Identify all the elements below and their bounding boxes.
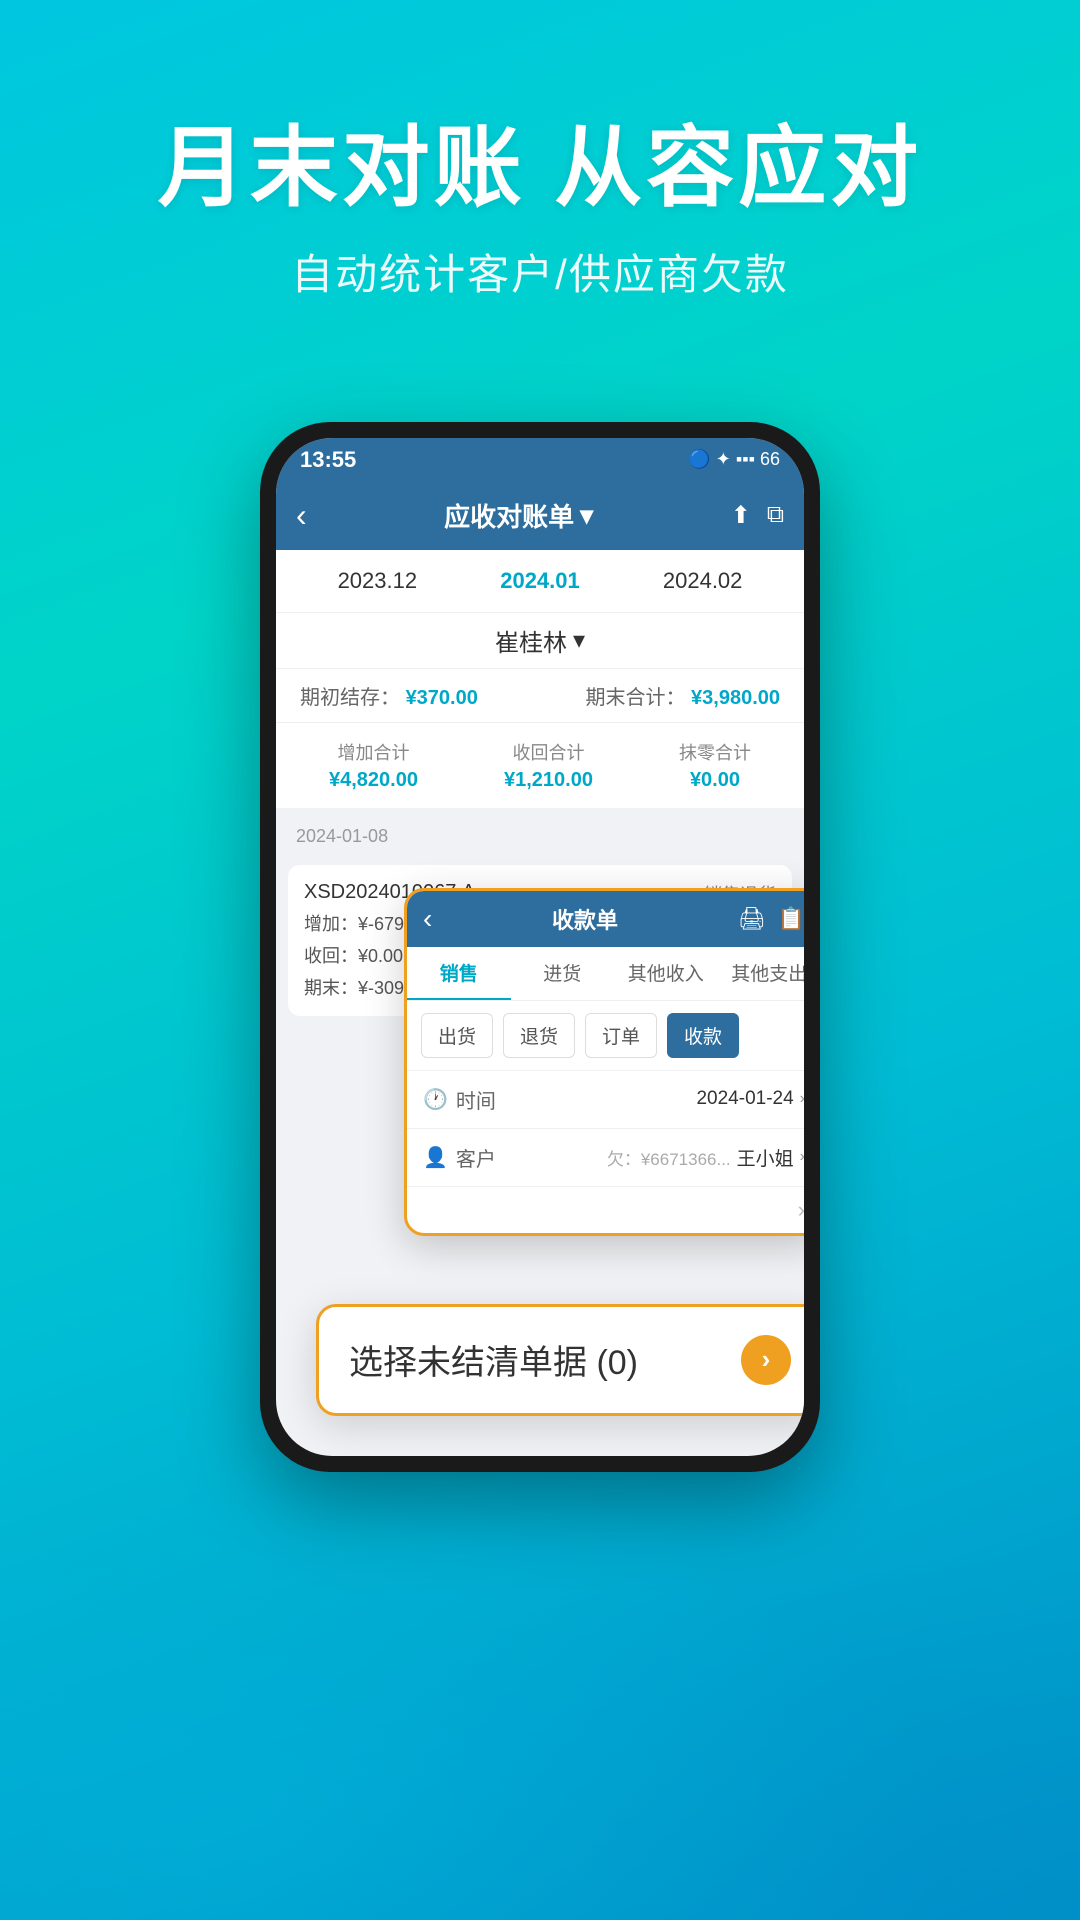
customer-name: 崔桂林 xyxy=(495,623,567,658)
customer-chevron: › xyxy=(800,1148,804,1166)
bottom-card-arrow[interactable]: › xyxy=(741,1335,791,1385)
date-tab-2024-01[interactable]: 2024.01 xyxy=(500,568,580,594)
header-section: 月末对账 从容应对 自动统计客户/供应商欠款 xyxy=(0,0,1080,362)
stat-collect: 收回合计 ¥1,210.00 xyxy=(504,739,593,792)
date-tab-2023-12[interactable]: 2023.12 xyxy=(338,568,418,594)
stats-row: 增加合计 ¥4,820.00 收回合计 ¥1,210.00 抹零合计 ¥0.00 xyxy=(276,723,804,816)
status-bar: 13:55 🔵 ✦ ▪▪▪ 66 xyxy=(276,438,804,482)
customer-value: 欠：¥6671366... 王小姐 › xyxy=(607,1144,804,1171)
more-chevron: › xyxy=(798,1197,804,1222)
time-label: 🕐 时间 xyxy=(423,1085,496,1114)
time-chevron: › xyxy=(800,1090,804,1108)
back-button[interactable]: ‹ xyxy=(296,497,307,534)
date-tabs: 2023.12 2024.01 2024.02 xyxy=(276,550,804,613)
phone-screen: 13:55 🔵 ✦ ▪▪▪ 66 ‹ 应收对账单 ▾ ⬆ ⧉ 2023.12 2… xyxy=(276,438,804,1456)
dropdown-icon[interactable]: ▾ xyxy=(580,500,593,531)
bottom-card-text: 选择未结清单据 (0) xyxy=(349,1335,638,1384)
nav-actions: ⬆ ⧉ xyxy=(731,501,784,530)
background-wave xyxy=(0,1420,1080,1920)
payment-nav-actions: 🖨 📋 xyxy=(738,906,804,932)
payment-field-time[interactable]: 🕐 时间 2024-01-24 › xyxy=(407,1070,804,1128)
type-btn-order[interactable]: 订单 xyxy=(585,1013,657,1058)
tab-other-expense[interactable]: 其他支出 xyxy=(718,947,805,1000)
date-divider: 2024-01-08 xyxy=(276,816,804,857)
main-title: 月末对账 从容应对 xyxy=(0,120,1080,217)
customer-debt: 欠：¥6671366... xyxy=(607,1145,731,1170)
payment-title: 收款单 xyxy=(552,903,618,935)
customer-label: 👤 客户 xyxy=(423,1143,496,1172)
time-value: 2024-01-24 › xyxy=(696,1088,804,1110)
stat-add: 增加合计 ¥4,820.00 xyxy=(329,739,418,792)
sub-title: 自动统计客户/供应商欠款 xyxy=(0,241,1080,302)
customer-dropdown-icon[interactable]: ▾ xyxy=(573,626,585,655)
status-time: 13:55 xyxy=(300,447,356,473)
customer-row[interactable]: 崔桂林 ▾ xyxy=(276,613,804,669)
date-tab-2024-02[interactable]: 2024.02 xyxy=(663,568,743,594)
closing-balance: 期末合计： ¥3,980.00 xyxy=(585,681,780,710)
type-btn-payment[interactable]: 收款 xyxy=(667,1013,739,1058)
time-icon: 🕐 xyxy=(423,1087,448,1112)
payment-field-customer[interactable]: 👤 客户 欠：¥6671366... 王小姐 › xyxy=(407,1128,804,1186)
balance-row: 期初结存： ¥370.00 期末合计： ¥3,980.00 xyxy=(276,669,804,723)
payment-nav: ‹ 收款单 🖨 📋 xyxy=(407,891,804,947)
opening-balance: 期初结存： ¥370.00 xyxy=(300,681,478,710)
stat-zero: 抹零合计 ¥0.00 xyxy=(679,739,751,792)
payment-type-row: 出货 退货 订单 收款 xyxy=(407,1001,804,1070)
bottom-card[interactable]: 选择未结清单据 (0) › xyxy=(316,1304,804,1416)
nav-title: 应收对账单 ▾ xyxy=(444,497,593,534)
tab-purchase[interactable]: 进货 xyxy=(511,947,615,1000)
more-row[interactable]: › xyxy=(407,1186,804,1233)
phone-frame: 13:55 🔵 ✦ ▪▪▪ 66 ‹ 应收对账单 ▾ ⬆ ⧉ 2023.12 2… xyxy=(260,422,820,1472)
filter-icon[interactable]: ⧉ xyxy=(767,501,784,530)
status-icons: 🔵 ✦ ▪▪▪ 66 xyxy=(688,449,780,470)
payment-back-icon[interactable]: ‹ xyxy=(423,903,432,935)
tab-sales[interactable]: 销售 xyxy=(407,947,511,1000)
export-icon[interactable]: ⬆ xyxy=(731,501,751,530)
payment-print-icon[interactable]: 🖨 xyxy=(738,906,766,932)
type-btn-delivery[interactable]: 出货 xyxy=(421,1013,493,1058)
payment-doc-icon[interactable]: 📋 xyxy=(778,906,804,932)
payment-tabs: 销售 进货 其他收入 其他支出 xyxy=(407,947,804,1001)
payment-card: ‹ 收款单 🖨 📋 销售 进货 其他收入 其他支出 出货 退货 订单 xyxy=(404,888,804,1236)
nav-bar: ‹ 应收对账单 ▾ ⬆ ⧉ xyxy=(276,482,804,550)
customer-icon: 👤 xyxy=(423,1145,448,1170)
phone-container: 13:55 🔵 ✦ ▪▪▪ 66 ‹ 应收对账单 ▾ ⬆ ⧉ 2023.12 2… xyxy=(0,422,1080,1472)
tab-other-income[interactable]: 其他收入 xyxy=(614,947,718,1000)
type-btn-return[interactable]: 退货 xyxy=(503,1013,575,1058)
